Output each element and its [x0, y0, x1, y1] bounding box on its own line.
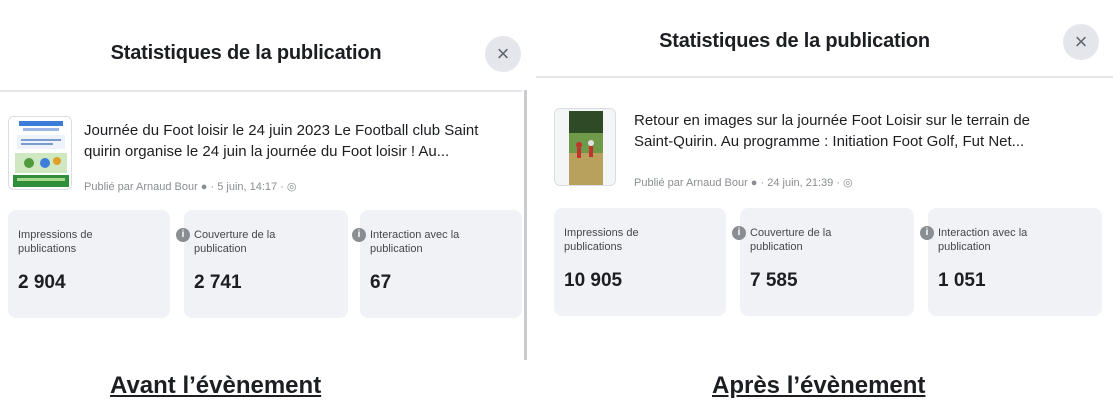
- dialog-header: Statistiques de la publication ×: [0, 0, 522, 92]
- stat-label-line: publications: [18, 243, 77, 255]
- stat-label: Interaction avec la publication: [370, 228, 459, 256]
- stat-value: 67: [370, 272, 392, 293]
- stat-label-line: Impressions de: [18, 229, 93, 241]
- info-icon[interactable]: i: [352, 228, 366, 242]
- caption-before: Avant l’évènement: [110, 372, 322, 399]
- post-text: Retour en images sur la journée Foot Loi…: [634, 110, 1030, 152]
- close-icon[interactable]: ×: [485, 36, 521, 72]
- stat-card-reach: i Couverture de la publication 2 741: [176, 210, 348, 318]
- post-text: Journée du Foot loisir le 24 juin 2023 L…: [84, 120, 478, 162]
- dialog-title: Statistiques de la publication: [110, 42, 382, 64]
- stat-label-line: Interaction avec la: [370, 229, 460, 241]
- stat-label-line: publication: [938, 241, 991, 253]
- info-icon[interactable]: i: [176, 228, 190, 242]
- stat-label-line: publication: [750, 241, 803, 253]
- post-text-line: Journée du Foot loisir le 24 juin 2023 L…: [84, 122, 479, 139]
- stat-card-engagement: i Interaction avec la publication 67: [352, 210, 522, 318]
- stat-card-engagement: i Interaction avec la publication 1 051: [920, 208, 1102, 316]
- stat-label-line: publication: [194, 243, 247, 255]
- post-text-line: Retour en images sur la journée Foot Loi…: [634, 112, 1031, 129]
- post-thumbnail: [554, 108, 616, 186]
- panel-divider: [524, 90, 527, 360]
- stat-label: Impressions de publications: [18, 228, 93, 256]
- stat-value: 1 051: [938, 270, 986, 291]
- stat-label-line: publications: [564, 241, 623, 253]
- stat-value: 2 904: [18, 272, 66, 293]
- dialog-header: Statistiques de la publication ×: [536, 0, 1113, 78]
- dialog-title: Statistiques de la publication: [659, 30, 930, 52]
- stat-value: 7 585: [750, 270, 798, 291]
- stat-label: Couverture de la publication: [750, 226, 831, 254]
- stat-label-line: Couverture de la: [194, 229, 276, 241]
- stat-label-line: publication: [370, 243, 423, 255]
- stat-label: Couverture de la publication: [194, 228, 275, 256]
- post-stats-dialog-after: Statistiques de la publication × Retour …: [536, 0, 1113, 360]
- stat-label-line: Couverture de la: [750, 227, 832, 239]
- post-text-line: Saint-Quirin. Au programme : Initiation …: [634, 133, 1025, 150]
- stat-label: Impressions de publications: [564, 226, 639, 254]
- post-meta: Publié par Arnaud Bour ● · 24 juin, 21:3…: [634, 177, 853, 189]
- close-icon[interactable]: ×: [1063, 24, 1099, 60]
- post-meta: Publié par Arnaud Bour ● · 5 juin, 14:17…: [84, 181, 297, 193]
- stat-label: Interaction avec la publication: [938, 226, 1027, 254]
- info-icon[interactable]: i: [732, 226, 746, 240]
- post-thumbnail: [8, 116, 72, 190]
- stat-label-line: Impressions de: [564, 227, 639, 239]
- stat-card-impressions: Impressions de publications 2 904: [8, 210, 170, 318]
- caption-after: Après l’évènement: [712, 372, 926, 399]
- post-text-line: quirin organise le 24 juin la journée du…: [84, 143, 450, 160]
- stat-value: 2 741: [194, 272, 242, 293]
- post-stats-dialog-before: Statistiques de la publication × Journée…: [0, 0, 522, 360]
- stat-card-reach: i Couverture de la publication 7 585: [732, 208, 914, 316]
- info-icon[interactable]: i: [920, 226, 934, 240]
- stat-value: 10 905: [564, 270, 623, 291]
- stat-label-line: Interaction avec la: [938, 227, 1028, 239]
- stat-card-impressions: Impressions de publications 10 905: [554, 208, 726, 316]
